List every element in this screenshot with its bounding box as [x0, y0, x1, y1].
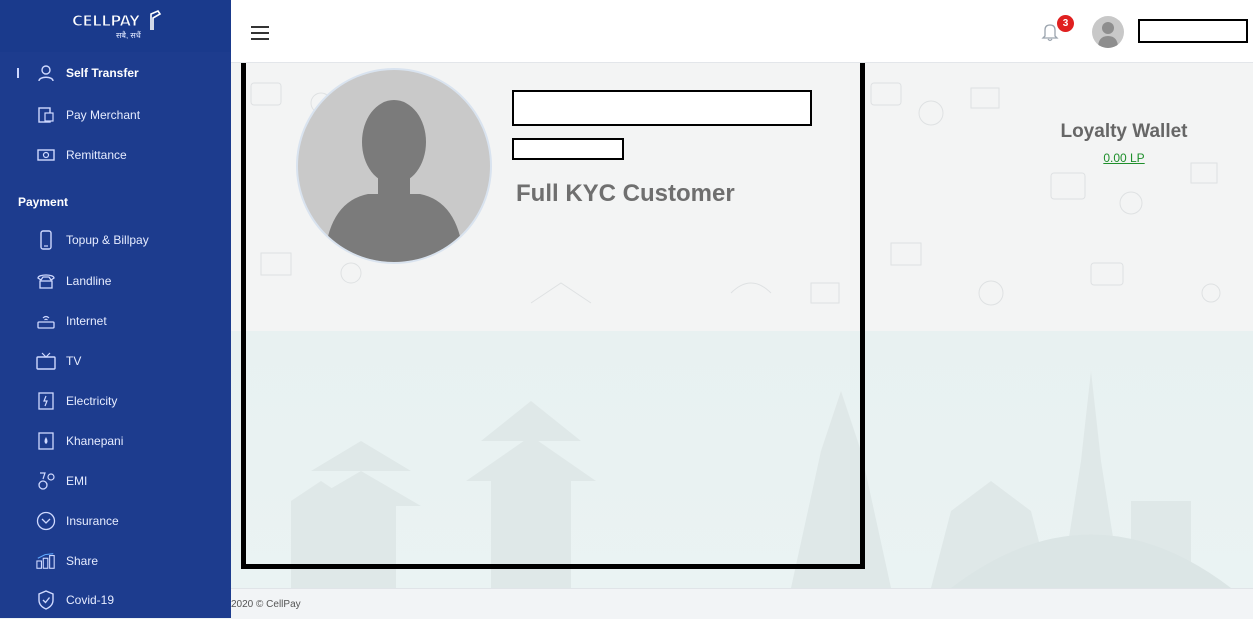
footer: 2020 © CellPay — [231, 588, 1253, 619]
pen-icon — [150, 10, 162, 30]
sidebar-item-label: Topup & Billpay — [66, 233, 149, 247]
sidebar-item-pay-merchant[interactable]: Pay Merchant — [0, 95, 231, 135]
sidebar-item-label: Remittance — [66, 148, 127, 162]
customer-name-redacted — [512, 90, 812, 126]
sidebar-item-topup[interactable]: Topup & Billpay — [0, 220, 231, 260]
topbar: 3 — [231, 0, 1253, 63]
sidebar-item-label: TV — [66, 354, 82, 368]
tv-icon — [36, 351, 56, 371]
shield-icon — [36, 511, 56, 531]
sidebar-item-internet[interactable]: Internet — [0, 301, 231, 341]
loyalty-wallet-title: Loyalty Wallet — [1060, 121, 1188, 142]
sidebar-item-covid[interactable]: Covid-19 — [0, 580, 231, 618]
main-content: Full KYC Customer Loyalty Wallet 0.00 LP — [231, 63, 1253, 588]
sidebar-item-tv[interactable]: TV — [0, 341, 231, 381]
sidebar-item-label: Landline — [66, 274, 112, 288]
sidebar-item-electricity[interactable]: Electricity — [0, 381, 231, 421]
notification-count-badge: 3 — [1057, 15, 1074, 32]
sidebar-item-label: Insurance — [66, 514, 119, 528]
electricity-icon — [36, 391, 56, 411]
sidebar-item-label: Electricity — [66, 394, 118, 408]
user-icon — [36, 63, 56, 83]
loyalty-wallet-value[interactable]: 0.00 LP — [1039, 151, 1209, 165]
brand-tagline: सबै, सधैं — [116, 31, 141, 40]
profile-avatar[interactable] — [298, 70, 490, 262]
mobile-icon — [36, 230, 56, 250]
sidebar-item-share[interactable]: Share — [0, 541, 231, 581]
covid-shield-icon — [36, 590, 56, 610]
sidebar-item-remittance[interactable]: Remittance — [0, 135, 231, 175]
sidebar-item-khanepani[interactable]: Khanepani — [0, 421, 231, 461]
sidebar-item-label: Self Transfer — [66, 66, 139, 80]
cellpay-logo[interactable]: CELLPAY सबै, सधैं — [72, 10, 162, 40]
sidebar-item-label: Pay Merchant — [66, 108, 141, 122]
sidebar-item-emi[interactable]: EMI — [0, 461, 231, 501]
telephone-icon — [36, 271, 56, 291]
sidebar-item-landline[interactable]: Landline — [0, 261, 231, 301]
user-name-redacted[interactable] — [1138, 19, 1248, 43]
sidebar: CELLPAY सबै, सधैं Self Transfer Pay Merc… — [0, 0, 231, 618]
merchant-icon — [36, 105, 56, 125]
router-icon — [36, 311, 56, 331]
user-avatar[interactable] — [1092, 16, 1124, 48]
profile-card-highlight: Full KYC Customer — [241, 63, 865, 569]
remittance-icon — [36, 145, 56, 165]
sidebar-item-insurance[interactable]: Insurance — [0, 501, 231, 541]
share-chart-icon — [36, 551, 56, 571]
sidebar-item-label: Khanepani — [66, 434, 124, 448]
brand-name: CELLPAY — [72, 12, 141, 31]
sidebar-item-label: Covid-19 — [66, 593, 115, 607]
sidebar-item-label: EMI — [66, 474, 88, 488]
brand[interactable]: CELLPAY सबै, सधैं — [0, 0, 231, 52]
kyc-status: Full KYC Customer — [516, 180, 735, 207]
customer-id-redacted — [512, 138, 624, 160]
menu-toggle-icon[interactable] — [251, 26, 269, 40]
active-marker — [17, 68, 19, 78]
sidebar-item-self-transfer[interactable]: Self Transfer — [0, 53, 231, 93]
emi-icon — [36, 471, 56, 491]
sidebar-item-label: Share — [66, 554, 99, 568]
loyalty-wallet: Loyalty Wallet 0.00 LP — [1039, 121, 1209, 165]
water-icon — [36, 431, 56, 451]
section-title-payment: Payment — [18, 195, 69, 209]
sidebar-item-label: Internet — [66, 314, 107, 328]
footer-copyright: 2020 © CellPay — [231, 599, 301, 610]
